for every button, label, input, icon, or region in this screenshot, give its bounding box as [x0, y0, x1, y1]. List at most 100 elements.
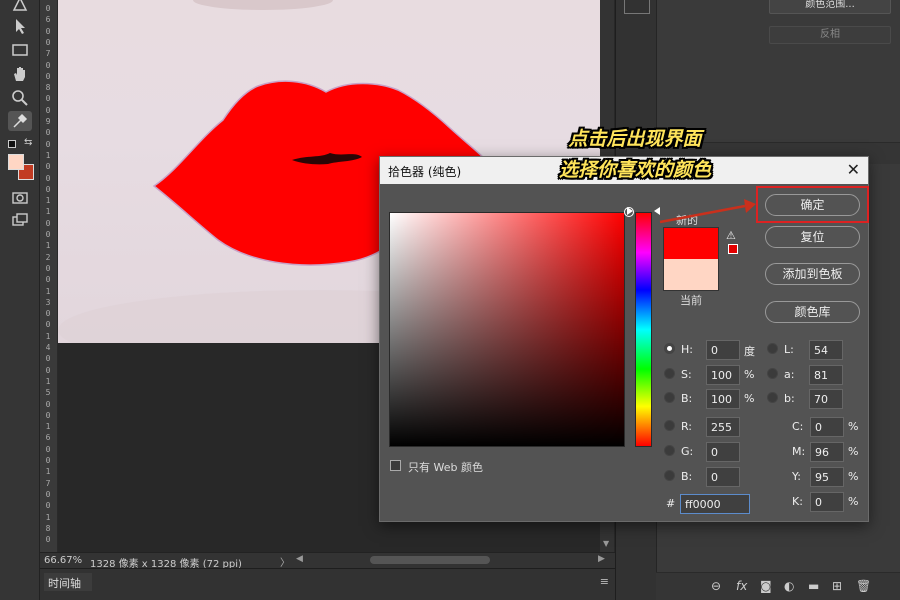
ruler-tick-label: 0: [45, 354, 51, 364]
delete-layer-icon[interactable]: 🗑: [856, 579, 871, 593]
tab-timeline[interactable]: 时间轴: [44, 573, 92, 591]
swap-colors-icon[interactable]: ⇆: [24, 137, 32, 148]
ruler-tick-label: 0: [45, 139, 51, 149]
blue-label: B:: [681, 470, 693, 483]
default-colors-icon[interactable]: [8, 140, 16, 148]
reset-button[interactable]: 复位: [765, 226, 860, 248]
current-color-swatch[interactable]: [663, 259, 719, 291]
close-icon[interactable]: ✕: [847, 160, 860, 179]
ruler-tick-label: 0: [45, 489, 51, 499]
annotation-line-2: 选择你喜欢的颜色: [558, 159, 711, 181]
black-input[interactable]: 0: [810, 492, 844, 512]
quick-mask-icon[interactable]: [10, 188, 30, 208]
brightness-unit: %: [744, 392, 755, 405]
lab-a-input[interactable]: 81: [809, 365, 843, 385]
blue-radio[interactable]: [664, 470, 675, 481]
ruler-tick-label: 4: [45, 343, 51, 352]
gamut-correction-swatch[interactable]: [728, 244, 738, 254]
new-group-icon[interactable]: ▬: [808, 579, 819, 593]
hex-input[interactable]: ff0000: [680, 494, 750, 514]
black-label: K:: [792, 495, 803, 508]
color-range-button[interactable]: 颜色范围...: [769, 0, 891, 14]
ruler-tick-label: 0: [45, 230, 51, 239]
lab-l-radio[interactable]: [767, 343, 778, 354]
invert-button[interactable]: 反相: [769, 26, 891, 44]
ruler-tick-label: 0: [45, 26, 51, 36]
green-input[interactable]: 0: [706, 442, 740, 462]
new-color-swatch: [663, 227, 719, 259]
ruler-tick-label: 0: [45, 399, 51, 409]
yellow-input[interactable]: 95: [810, 467, 844, 487]
scroll-right-icon[interactable]: ▶: [598, 554, 605, 564]
ruler-tick-label: 1: [45, 331, 51, 341]
foreground-color-swatch[interactable]: [8, 154, 24, 170]
hand-tool-icon[interactable]: [10, 64, 30, 84]
brightness-row: B: 100 %: [664, 389, 764, 409]
path-selection-tool-icon[interactable]: [10, 16, 30, 36]
ruler-tick-label: 0: [45, 410, 51, 420]
hue-input[interactable]: 0: [706, 340, 740, 360]
panel-icon[interactable]: [624, 0, 650, 14]
hue-slider[interactable]: [635, 212, 652, 447]
web-only-label: 只有 Web 颜色: [408, 461, 483, 474]
cyan-input[interactable]: 0: [810, 417, 844, 437]
ruler-tick-label: 0: [45, 320, 51, 330]
new-layer-icon[interactable]: ⊞: [832, 579, 842, 593]
eyedropper-tool-icon[interactable]: [8, 111, 32, 131]
brightness-input[interactable]: 100: [706, 389, 740, 409]
ruler-tick-label: 9: [45, 117, 51, 126]
pen-tool-icon[interactable]: [10, 0, 30, 14]
add-mask-icon[interactable]: ◙: [760, 579, 772, 593]
out-of-gamut-warning-icon[interactable]: ⚠: [726, 229, 736, 242]
fx-icon[interactable]: fx: [736, 579, 747, 593]
saturation-brightness-field[interactable]: [389, 207, 634, 447]
horizontal-scrollbar[interactable]: [370, 556, 490, 564]
green-radio[interactable]: [664, 445, 675, 456]
saturation-input[interactable]: 100: [706, 365, 740, 385]
screen-mode-icon[interactable]: [10, 210, 30, 230]
brightness-radio[interactable]: [664, 392, 675, 403]
yellow-unit: %: [848, 470, 859, 483]
red-radio[interactable]: [664, 420, 675, 431]
dialog-title: 拾色器 (纯色): [388, 165, 462, 179]
hue-row: H: 0 度: [664, 340, 764, 360]
link-layers-icon[interactable]: ⊖: [711, 579, 721, 593]
blue-input[interactable]: 0: [706, 467, 740, 487]
red-input[interactable]: 255: [706, 417, 740, 437]
adjustment-layer-icon[interactable]: ◐: [784, 579, 794, 593]
ruler-tick-label: 0: [45, 263, 51, 273]
color-picker-dialog: 拾色器 (纯色) ✕ 新的 当前 ⚠ 确定 复位 添加到色板 颜色库 H: 0 …: [379, 156, 869, 522]
magenta-row: M: 96 %: [790, 442, 870, 462]
add-to-swatches-button[interactable]: 添加到色板: [765, 263, 860, 285]
lab-b-input[interactable]: 70: [809, 389, 843, 409]
ruler-tick-label: 0: [45, 60, 51, 70]
annotation-line-1: 点击后出现界面: [568, 128, 702, 150]
lab-l-label: L:: [784, 343, 794, 356]
current-color-label: 当前: [680, 294, 702, 307]
lab-b-label: b:: [784, 392, 795, 405]
rectangle-tool-icon[interactable]: [10, 40, 30, 60]
ok-button[interactable]: 确定: [765, 194, 860, 216]
hue-slider-left-arrow-icon[interactable]: [627, 207, 633, 215]
yellow-row: Y: 95 %: [790, 467, 870, 487]
web-only-checkbox[interactable]: [390, 460, 401, 471]
magenta-unit: %: [848, 445, 859, 458]
color-libraries-button[interactable]: 颜色库: [765, 301, 860, 323]
hue-slider-right-arrow-icon[interactable]: [654, 207, 660, 215]
ruler-tick-label: 0: [45, 128, 51, 138]
lab-b-radio[interactable]: [767, 392, 778, 403]
red-row: R: 255: [664, 417, 764, 437]
lab-l-row: L: 54: [767, 340, 857, 360]
cyan-label: C:: [792, 420, 804, 433]
hue-radio[interactable]: [664, 343, 675, 354]
panel-menu-icon[interactable]: ≡: [600, 575, 609, 588]
lab-a-radio[interactable]: [767, 368, 778, 379]
zoom-tool-icon[interactable]: [10, 88, 30, 108]
ruler-tick-label: 1: [45, 376, 51, 386]
doc-info-arrow-icon[interactable]: 〉: [280, 554, 290, 569]
lab-l-input[interactable]: 54: [809, 340, 843, 360]
magenta-input[interactable]: 96: [810, 442, 844, 462]
zoom-level[interactable]: 66.67%: [44, 555, 82, 566]
scroll-left-icon[interactable]: ◀: [296, 554, 303, 564]
saturation-radio[interactable]: [664, 368, 675, 379]
